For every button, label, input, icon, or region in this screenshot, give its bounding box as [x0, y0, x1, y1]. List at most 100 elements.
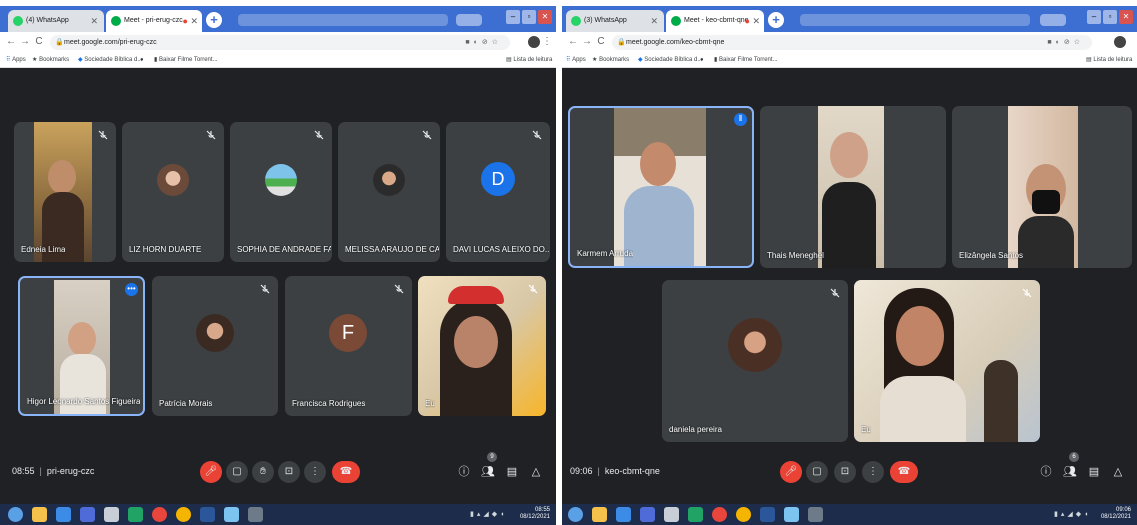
participant-tile[interactable]: Elizângela Santos [952, 106, 1132, 268]
taskbar-app-icon[interactable] [784, 507, 799, 522]
participant-tile[interactable]: F Francisca Rodrigues [285, 276, 412, 416]
media-player-icon[interactable] [152, 507, 167, 522]
participant-tile[interactable]: MELISSA ARAUJO DE CA... [338, 122, 440, 262]
mic-toggle-button[interactable]: 🎤︎ [200, 461, 222, 483]
participant-tile[interactable]: D DAVI LUCAS ALEIXO DO... [446, 122, 550, 262]
start-icon[interactable] [8, 507, 23, 522]
taskbar-app-icon[interactable] [224, 507, 239, 522]
new-tab-button[interactable]: + [768, 12, 784, 28]
info-icon[interactable]: ⓘ [456, 464, 472, 480]
bookmark-sociedade[interactable]: ◆ Sociedade Bíblica d... [78, 52, 142, 68]
people-icon[interactable]: 👥︎ [480, 464, 496, 480]
system-tray-icons[interactable]: ▮▴◢◆◖ [1054, 510, 1091, 518]
chat-icon[interactable]: ▤ [504, 464, 520, 480]
minimize-icon[interactable]: – [1087, 10, 1101, 24]
present-button[interactable]: ⊡ [834, 461, 856, 483]
taskbar-app-icon[interactable] [664, 507, 679, 522]
taskbar-app-icon[interactable] [80, 507, 95, 522]
bookmark-reading-list[interactable]: ▤ Lista de leitura [1086, 52, 1132, 68]
media-player-icon[interactable] [712, 507, 727, 522]
raise-hand-button[interactable]: ✋︎ [252, 461, 274, 483]
participant-tile[interactable]: Thais Meneghel [760, 106, 946, 268]
mic-toggle-button[interactable]: 🎤︎ [780, 461, 802, 483]
back-icon[interactable]: ← [566, 35, 580, 49]
close-icon[interactable]: ✕ [90, 10, 98, 32]
url-actions-icon[interactable]: ■◐⊘☆ [1047, 35, 1084, 50]
clock-time: 08:55 [534, 507, 550, 513]
participant-tile[interactable]: ••• Higor Leonardo Santos Figueira [18, 276, 145, 416]
word-icon[interactable] [200, 507, 215, 522]
bookmark-github[interactable]: ● [700, 52, 704, 68]
bookmark-baixar[interactable]: ▮ Baixar Filme Torrent... [714, 52, 778, 68]
back-icon[interactable]: ← [4, 35, 18, 49]
more-options-button[interactable]: ⋮ [862, 461, 884, 483]
file-explorer-icon[interactable] [32, 507, 47, 522]
taskbar-app-icon[interactable] [640, 507, 655, 522]
participant-tile[interactable]: LIZ HORN DUARTE [122, 122, 224, 262]
reload-icon[interactable]: C [32, 35, 46, 49]
info-icon[interactable]: ⓘ [1038, 464, 1054, 480]
bookmark-sociedade[interactable]: ◆ Sociedade Bíblica d... [638, 52, 702, 68]
camera-toggle-button[interactable]: ▢ [226, 461, 248, 483]
participant-tile[interactable]: ⦀ Karmem Arruda [568, 106, 754, 268]
start-icon[interactable] [568, 507, 583, 522]
close-window-icon[interactable]: ✕ [538, 10, 552, 24]
bookmark-baixar[interactable]: ▮ Baixar Filme Torrent... [154, 52, 218, 68]
maximize-icon[interactable]: ▫ [522, 10, 536, 24]
bookmark-bookmarks[interactable]: ★ Bookmarks [32, 52, 69, 68]
tab-meet[interactable]: Meet - keo-cbmt-qne ● ✕ [666, 10, 764, 32]
participant-tile[interactable]: daniela pereira [662, 280, 848, 442]
present-button[interactable]: ⊡ [278, 461, 300, 483]
bookmark-github[interactable]: ● [140, 52, 144, 68]
url-actions-icon[interactable]: ■◐⊘☆ [465, 35, 502, 50]
bookmark-apps[interactable]: ⠿ Apps [566, 52, 586, 68]
avatar[interactable] [528, 36, 540, 48]
forward-icon[interactable]: → [580, 35, 594, 49]
bookmark-reading-list[interactable]: ▤ Lista de leitura [506, 52, 552, 68]
reload-icon[interactable]: C [594, 35, 608, 49]
more-icon[interactable]: ⋮ [540, 35, 554, 49]
leave-call-button[interactable]: ☎︎ [332, 461, 360, 483]
participant-tile[interactable]: Edneia Lima [14, 122, 116, 262]
minimize-icon[interactable]: – [506, 10, 520, 24]
system-tray-icons[interactable]: ▮▴◢◆◖ [470, 510, 507, 518]
participant-tile[interactable]: SOPHIA DE ANDRADE FA... [230, 122, 332, 262]
word-icon[interactable] [760, 507, 775, 522]
chrome-window-icon[interactable] [808, 507, 823, 522]
tab-whatsapp[interactable]: (4) WhatsApp ✕ [8, 10, 104, 32]
chrome-window-icon[interactable] [248, 507, 263, 522]
bookmark-bookmarks[interactable]: ★ Bookmarks [592, 52, 629, 68]
excel-icon[interactable] [128, 507, 143, 522]
url-bar[interactable]: 🔒 meet.google.com/pri-erug-czc ■◐⊘☆ [50, 35, 510, 50]
participant-tile[interactable]: Eu [418, 276, 546, 416]
close-icon[interactable]: ● ✕ [183, 10, 198, 32]
forward-icon[interactable]: → [18, 35, 32, 49]
bookmark-apps[interactable]: ⠿ Apps [6, 52, 26, 68]
people-icon[interactable]: 👥︎ [1062, 464, 1078, 480]
internet-explorer-icon[interactable] [616, 507, 631, 522]
internet-explorer-icon[interactable] [56, 507, 71, 522]
taskbar-app-icon[interactable] [104, 507, 119, 522]
close-icon[interactable]: ✕ [650, 10, 658, 32]
chrome-icon[interactable] [736, 507, 751, 522]
tab-whatsapp[interactable]: (3) WhatsApp ✕ [566, 10, 664, 32]
participant-tile[interactable]: Eu [854, 280, 1040, 442]
chat-icon[interactable]: ▤ [1086, 464, 1102, 480]
url-bar[interactable]: 🔒 meet.google.com/keo-cbmt-qne ■◐⊘☆ [612, 35, 1092, 50]
camera-toggle-button[interactable]: ▢ [806, 461, 828, 483]
more-options-icon[interactable]: ••• [125, 283, 138, 296]
activities-icon[interactable]: △ [1110, 464, 1126, 480]
chrome-icon[interactable] [176, 507, 191, 522]
file-explorer-icon[interactable] [592, 507, 607, 522]
tab-meet[interactable]: Meet - pri-erug-czc ● ✕ [106, 10, 202, 32]
excel-icon[interactable] [688, 507, 703, 522]
maximize-icon[interactable]: ▫ [1103, 10, 1117, 24]
participant-tile[interactable]: Patrícia Morais [152, 276, 278, 416]
close-icon[interactable]: ● ✕ [745, 10, 760, 32]
activities-icon[interactable]: △ [528, 464, 544, 480]
avatar[interactable] [1114, 36, 1126, 48]
more-options-button[interactable]: ⋮ [304, 461, 326, 483]
close-window-icon[interactable]: ✕ [1119, 10, 1133, 24]
leave-call-button[interactable]: ☎︎ [890, 461, 918, 483]
new-tab-button[interactable]: + [206, 12, 222, 28]
